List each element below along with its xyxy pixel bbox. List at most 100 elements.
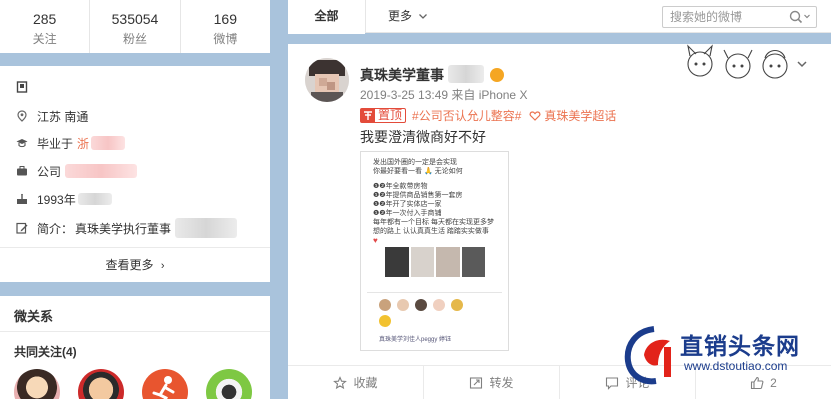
image-line: 每年都有一个目标 每天都在实现更多梦 xyxy=(373,219,494,226)
image-avatar xyxy=(433,299,445,311)
super-topic-icon xyxy=(529,110,541,121)
profile-counts: 285 关注 535054 粉丝 169 微博 xyxy=(0,0,270,53)
image-line: 发出国外圈的一定是会实现 xyxy=(373,159,457,166)
mutual-follow-label[interactable]: 共同关注(4) xyxy=(14,343,77,360)
blurred-bio xyxy=(175,218,238,238)
image-line: 你最好要看一看 🙏 无论如何 xyxy=(373,168,463,175)
repost-label: 转发 xyxy=(489,376,514,390)
following-count-value: 285 xyxy=(32,11,57,27)
school-link[interactable]: 浙 xyxy=(77,135,89,152)
school-prefix: 毕业于 xyxy=(37,136,74,151)
image-line: ❶❷年全款带房物 xyxy=(373,183,428,190)
pinned-label: 置顶 xyxy=(378,108,403,122)
pin-icon xyxy=(361,109,375,122)
verified-row xyxy=(16,78,37,96)
birthday-text: 1993年 xyxy=(37,192,76,207)
post-text: 我要澄清微商好不好 xyxy=(360,129,486,145)
tab-more-label: 更多 xyxy=(388,9,413,23)
pinned-badge: 置顶 xyxy=(360,108,407,123)
following-count-label: 关注 xyxy=(32,32,57,46)
runner-icon xyxy=(152,376,175,399)
image-thumb xyxy=(410,247,434,277)
divider xyxy=(0,331,270,332)
post-author-name: 真珠美学董事 xyxy=(360,67,444,83)
heart-icon: ♥ xyxy=(373,236,378,245)
location-pin-icon xyxy=(17,110,27,122)
feed-tabs: 全部 更多 xyxy=(288,0,831,34)
location-row: 江苏 南通 xyxy=(16,107,88,125)
mutual-avatar-3[interactable] xyxy=(142,369,188,399)
bio-text: 真珠美学执行董事 xyxy=(75,221,172,236)
image-photo-row xyxy=(385,247,485,277)
image-divider xyxy=(367,292,502,293)
hashtag-link[interactable]: #公司否认允儿整容# xyxy=(412,107,521,124)
company-row: 公司 xyxy=(16,162,138,180)
image-thumb xyxy=(461,247,485,277)
birthday-row: 1993年 xyxy=(16,190,112,208)
image-avatar xyxy=(379,299,391,311)
post-author-avatar[interactable] xyxy=(305,58,349,102)
image-comment-tail: 婷钰 xyxy=(439,337,452,343)
chevron-down-icon[interactable] xyxy=(796,58,808,70)
search-box xyxy=(662,6,817,28)
tab-all[interactable]: 全部 xyxy=(288,0,366,34)
image-avatar xyxy=(397,299,409,311)
post-author[interactable]: 真珠美学董事 xyxy=(360,65,504,85)
image-comment-name: 真珠美学刘佳人peggy xyxy=(379,337,438,343)
blurred-face-image xyxy=(305,58,349,102)
post-image[interactable]: 发出国外圈的一定是会实现 你最好要看一看 🙏 无论如何 ❶❷年全款带房物 ❶❷年… xyxy=(360,151,509,351)
star-icon xyxy=(333,375,348,389)
bio-row: 简介： 真珠美学执行董事 xyxy=(16,218,238,238)
emoji-icon xyxy=(489,68,504,82)
image-line: ❶❷年开了实体店一家 xyxy=(373,201,442,208)
bio-prefix: 简介： xyxy=(37,221,74,236)
blurred-birthday xyxy=(77,193,112,205)
blurred-company xyxy=(65,164,138,178)
view-more-label: 查看更多 xyxy=(105,258,154,272)
school-row: 毕业于 浙 xyxy=(16,134,126,152)
image-avatar xyxy=(451,299,463,311)
followers-count-value: 535054 xyxy=(111,11,159,27)
graduation-cap-icon xyxy=(16,139,28,148)
super-topic-link[interactable]: 真珠美学超话 xyxy=(544,107,616,124)
search-icon[interactable] xyxy=(788,9,812,25)
favorite-button[interactable]: 收藏 xyxy=(288,366,423,399)
chevron-right-icon: › xyxy=(160,260,165,272)
image-line: ❶❷年提供商品销售第一套房 xyxy=(373,192,463,199)
posts-count-label: 微博 xyxy=(213,32,238,46)
image-avatar xyxy=(415,299,427,311)
favorite-label: 收藏 xyxy=(353,376,378,390)
company-label: 公司 xyxy=(37,164,62,179)
watermark-name: 直销头条网 xyxy=(680,334,800,360)
repost-icon xyxy=(470,376,483,389)
watermark-url: www.dstoutiao.com xyxy=(684,359,788,373)
posts-count-value: 169 xyxy=(213,11,237,27)
followers-count[interactable]: 535054 粉丝 xyxy=(89,0,179,53)
image-avatar-row xyxy=(379,299,463,311)
image-avatar xyxy=(379,315,391,327)
posts-count[interactable]: 169 微博 xyxy=(179,0,270,53)
briefcase-icon xyxy=(17,166,27,176)
blurred-author-suffix xyxy=(447,65,484,83)
repost-button[interactable]: 转发 xyxy=(423,366,559,399)
chevron-down-icon xyxy=(419,14,428,19)
post-meta[interactable]: 2019-3-25 13:49 来自 iPhone X xyxy=(360,86,527,103)
location-text: 江苏 南通 xyxy=(37,109,89,124)
following-count[interactable]: 285 关注 xyxy=(0,0,89,53)
site-watermark: 直销头条网 www.dstoutiao.com xyxy=(624,325,831,399)
profile-info-card: 江苏 南通 毕业于 浙 公司 1993年 简介： 真珠美学执行董事 查看更多 › xyxy=(0,66,270,282)
image-line: 想的路上 认认真真生活 踏踏实实做事 xyxy=(373,228,489,235)
image-thumb xyxy=(436,247,460,277)
relations-title: 微关系 xyxy=(14,309,54,324)
post-tags: 置顶 #公司否认允儿整容# 真珠美学超话 xyxy=(360,107,624,124)
tab-more[interactable]: 更多 xyxy=(388,0,428,33)
edit-pencil-icon xyxy=(16,222,28,234)
search-input[interactable] xyxy=(663,7,788,27)
image-line: ❶❷年一次付入手商铺 xyxy=(373,210,442,217)
view-more-button[interactable]: 查看更多 › xyxy=(0,247,270,282)
image-thumb xyxy=(385,247,409,277)
anime-decoration-icon xyxy=(687,44,788,79)
comment-icon xyxy=(606,376,619,390)
blurred-school xyxy=(91,136,126,150)
cake-icon xyxy=(17,193,27,204)
